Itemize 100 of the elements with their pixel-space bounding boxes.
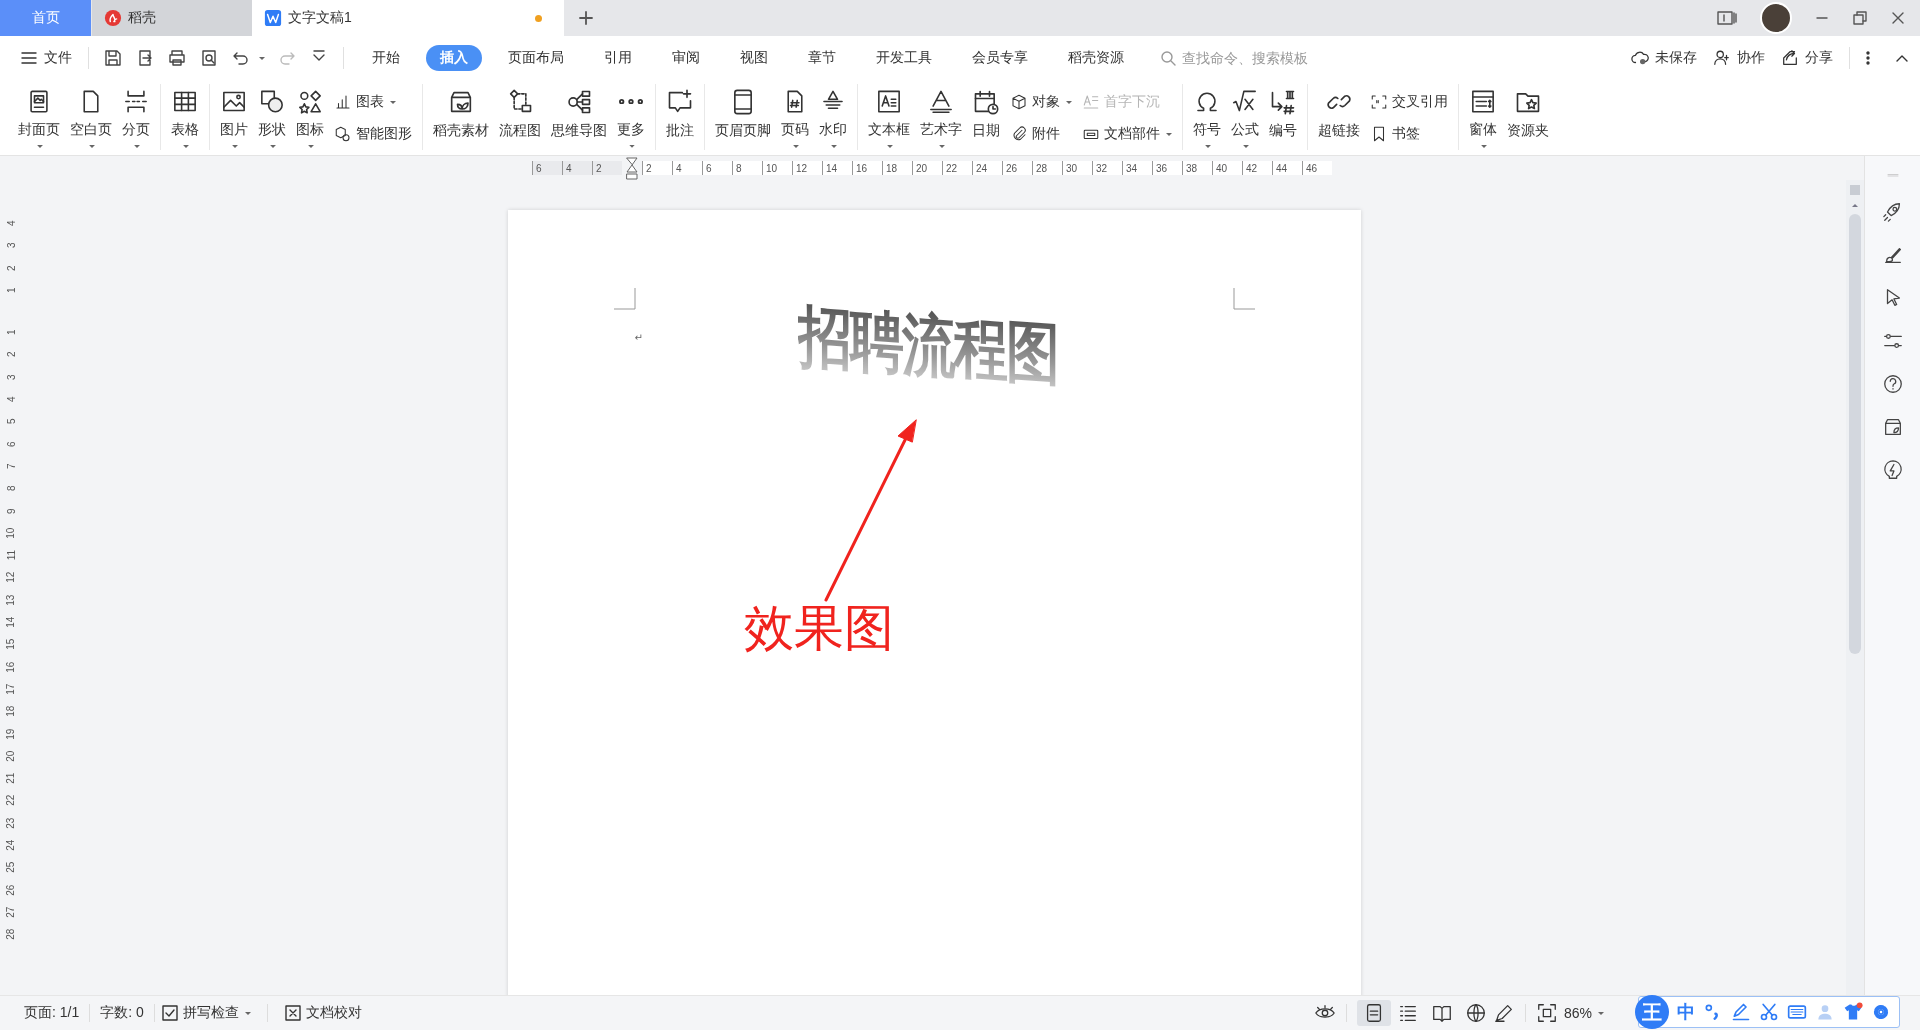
ribbon-button[interactable]: 书签 [1368,122,1450,146]
ribbon-tab[interactable]: 章节 [794,45,850,71]
smart-shape-icon [334,125,352,143]
ribbon-button[interactable]: 艺术字 [916,86,966,150]
help-icon[interactable] [1881,373,1904,395]
ruler-number: 8 [732,161,762,175]
ruler-number: 18 [4,705,18,717]
ruler-number: 36 [1152,161,1182,175]
ruler-number: 6 [532,161,562,175]
annotation-text: 效果图 [743,599,894,658]
restore-icon[interactable] [1852,10,1868,26]
ribbon-button[interactable]: 图表 [332,90,414,114]
pen-icon[interactable] [1492,1002,1515,1024]
shirt-icon[interactable] [1843,1002,1863,1022]
ruler-number: 2 [642,161,672,175]
ribbon-tab[interactable]: 引用 [590,45,646,71]
ribbon-button[interactable]: 交叉引用 [1368,90,1450,114]
ribbon-button[interactable]: 分页 [118,86,154,150]
proofread-button[interactable]: 文档校对 [277,1002,368,1024]
search-field[interactable]: 查找命令、搜索模板 [1180,49,1354,67]
file-menu[interactable]: 文件 [14,45,78,71]
ribbon-button[interactable]: 页码 [777,86,813,150]
ribbon-button[interactable]: 思维导图 [547,86,611,150]
ruler-number: 14 [822,161,852,175]
share-button[interactable]: 分享 [1775,45,1839,71]
ribbon-tab[interactable]: 视图 [726,45,782,71]
ribbon-tab[interactable]: 稻壳资源 [1054,45,1138,71]
save-status-button[interactable]: 未保存 [1625,45,1703,71]
ribbon-button[interactable]: 图片 [216,86,252,150]
ribbon-button[interactable]: 批注 [662,86,698,150]
share-icon [1781,49,1799,67]
ruler-number: 12 [4,572,18,584]
calendar-icon [972,88,1000,116]
spell-check-button[interactable]: 拼写检查 [154,1002,257,1024]
icons-grid-icon [296,88,324,116]
ribbon-button[interactable]: 图标 [292,86,328,150]
ruler-number: 44 [1272,161,1302,175]
fit-page-icon[interactable] [1535,1002,1558,1024]
ribbon-button[interactable]: 页眉页脚 [711,86,775,150]
ribbon-button[interactable]: 水印 [815,86,851,150]
ribbon-tab[interactable]: 会员专享 [958,45,1042,71]
ribbon-button[interactable]: 窗体 [1465,86,1501,150]
ruler-number: 19 [4,728,18,740]
ribbon-tab[interactable]: 审阅 [658,45,714,71]
close-icon[interactable] [1890,10,1906,26]
ruler-number: 22 [942,161,972,175]
ribbon-button[interactable]: 表格 [167,86,203,150]
ribbon-button[interactable]: 公式 [1227,86,1263,150]
ribbon-button[interactable]: 形状 [254,86,290,150]
ruler-number: 16 [852,161,882,175]
ribbon-button[interactable]: 更多 [613,86,649,150]
ruler-number: 46 [1302,161,1332,175]
window-layout-icon[interactable] [1716,10,1738,26]
paragraph-mark: ↵ [634,332,643,343]
ribbon-button[interactable]: 封面页 [14,86,64,150]
mindmap-icon [565,88,593,116]
lightning-bulb-icon[interactable] [1881,459,1904,481]
ribbon-button[interactable]: 稻壳素材 [429,86,493,150]
ribbon-button[interactable]: 超链接 [1314,86,1364,150]
scissors-icon[interactable] [1759,1002,1779,1022]
margin-corner-icon [1232,288,1255,310]
view-button[interactable] [1356,1000,1391,1026]
ribbon-button[interactable]: 智能图形 [332,122,414,146]
document-tab[interactable]: 文字文稿1 [252,0,564,36]
cube-icon [1010,93,1028,111]
input-method-logo[interactable]: 王 [1635,995,1669,1029]
plus-icon [578,10,594,26]
document-tab[interactable]: 稻壳 [92,0,252,36]
indent-marker-icon[interactable] [626,156,638,180]
ribbon-button[interactable]: 流程图 [495,86,545,150]
ribbon-button[interactable]: 文档部件 [1080,122,1174,146]
ribbon-button[interactable]: 编号 [1265,86,1301,150]
ruler-number: 34 [1122,161,1152,175]
scroll-up-icon [1851,202,1859,208]
collaborate-button[interactable]: 协作 [1707,45,1771,71]
page-count: 页面: 1/1 [14,1004,91,1022]
ruler-number: 4 [562,161,592,175]
ribbon-button[interactable]: 符号 [1189,86,1225,150]
numbering-icon [1269,88,1297,116]
scrollbar-thumb[interactable] [1849,214,1861,654]
ribbon-button[interactable]: 对象 [1008,90,1074,114]
ruler-number: 8 [4,485,18,492]
avatar[interactable] [1760,2,1792,34]
ribbon-button[interactable]: 资源夹 [1503,86,1553,150]
ribbon-button[interactable]: 附件 [1008,122,1074,146]
keyboard-icon[interactable] [1787,1002,1807,1022]
ruler-number: 23 [4,817,18,829]
input-mode-toggle[interactable]: 中 [1677,1000,1695,1024]
ribbon-button[interactable]: 空白页 [66,86,116,150]
ruler-number: 15 [4,638,18,651]
ribbon-button[interactable]: 日期 [968,86,1004,150]
caret-icon [1598,1011,1604,1015]
ribbon-tab[interactable]: 开发工具 [862,45,946,71]
ribbon-tab[interactable]: 开始 [358,45,414,71]
ruler-number: 5 [4,418,18,425]
zoom-level[interactable]: 86% [1557,1003,1610,1023]
ruler-number: 17 [4,683,18,695]
ribbon-button[interactable]: 文本框 [864,86,914,150]
ribbon-tab[interactable]: 页面布局 [494,45,578,71]
scrollbar[interactable] [1846,180,1864,995]
